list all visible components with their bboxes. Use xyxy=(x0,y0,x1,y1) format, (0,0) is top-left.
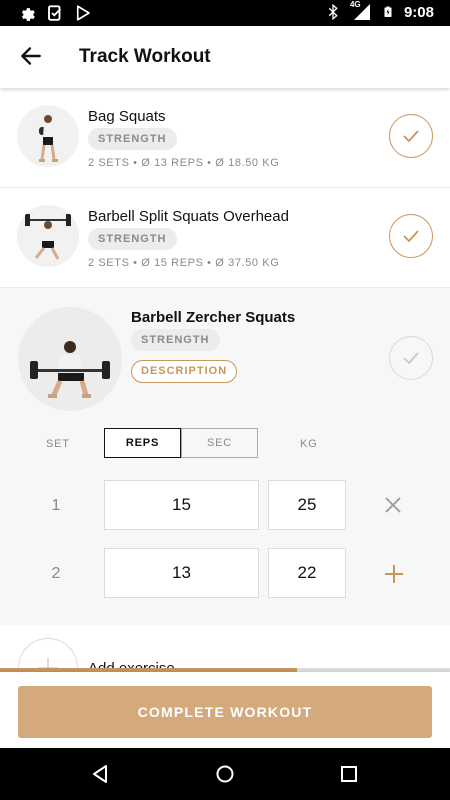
check-icon xyxy=(403,352,419,365)
exercise-name: Barbell Split Squats Overhead xyxy=(88,208,289,225)
column-header-kg: KG xyxy=(300,438,318,450)
exercise-row-barbell-split-squats[interactable]: Barbell Split Squats Overhead STRENGTH 2… xyxy=(0,188,450,288)
exercise-thumbnail xyxy=(17,105,79,167)
check-icon xyxy=(403,230,419,243)
description-button[interactable]: DESCRIPTION xyxy=(131,360,238,383)
reps-input[interactable]: 15 xyxy=(104,480,259,530)
category-tag: STRENGTH xyxy=(88,228,177,250)
remove-set-icon[interactable] xyxy=(384,496,402,514)
complete-exercise-button[interactable] xyxy=(389,114,433,158)
gear-icon xyxy=(21,8,35,22)
exercise-stats: 2 SETS • Ø 15 REPS • Ø 37.50 KG xyxy=(88,257,280,269)
clock: 9:08 xyxy=(403,3,434,21)
exercise-name: Bag Squats xyxy=(88,108,166,125)
bluetooth-icon xyxy=(328,3,338,21)
battery-charging-icon xyxy=(384,6,392,17)
add-exercise-row[interactable]: Add exercise xyxy=(0,625,450,670)
category-tag: STRENGTH xyxy=(131,329,220,351)
footer: COMPLETE WORKOUT xyxy=(0,672,450,748)
kg-input[interactable]: 25 xyxy=(268,480,346,530)
set-number: 1 xyxy=(51,497,61,514)
play-store-icon xyxy=(76,5,90,21)
add-exercise-circle[interactable] xyxy=(18,638,78,670)
mode-toggle-sec[interactable]: SEC xyxy=(181,428,258,458)
page-title: Track Workout xyxy=(79,46,211,67)
active-exercise-panel: Barbell Zercher Squats STRENGTH DESCRIPT… xyxy=(0,288,450,625)
system-nav-bar xyxy=(0,748,450,800)
add-set-icon[interactable] xyxy=(384,564,404,584)
kg-input[interactable]: 22 xyxy=(268,548,346,598)
signal-4g-icon: 4G xyxy=(349,0,372,21)
clipboard-check-icon xyxy=(48,5,61,21)
exercise-stats: 2 SETS • Ø 13 REPS • Ø 18.50 KG xyxy=(88,157,280,169)
exercise-thumbnail xyxy=(18,307,122,411)
complete-workout-button[interactable]: COMPLETE WORKOUT xyxy=(18,686,432,738)
home-circle-icon[interactable] xyxy=(213,762,237,786)
app-bar: Track Workout xyxy=(0,26,450,88)
complete-exercise-button[interactable] xyxy=(389,336,433,380)
network-type: 4G xyxy=(349,0,361,9)
exercise-row-bag-squats[interactable]: Bag Squats STRENGTH 2 SETS • Ø 13 REPS •… xyxy=(0,88,450,188)
exercise-thumbnail xyxy=(17,205,79,267)
back-triangle-icon[interactable] xyxy=(88,762,112,786)
exercise-name: Barbell Zercher Squats xyxy=(131,309,296,326)
set-number: 2 xyxy=(51,565,61,582)
complete-exercise-button[interactable] xyxy=(389,214,433,258)
mode-toggle-reps[interactable]: REPS xyxy=(104,428,181,458)
status-bar: 4G 9:08 xyxy=(0,0,450,26)
arrow-left-icon[interactable] xyxy=(18,43,44,69)
reps-input[interactable]: 13 xyxy=(104,548,259,598)
category-tag: STRENGTH xyxy=(88,128,177,150)
recents-square-icon[interactable] xyxy=(337,762,361,786)
column-header-set: SET xyxy=(46,438,70,450)
check-icon xyxy=(403,130,419,143)
